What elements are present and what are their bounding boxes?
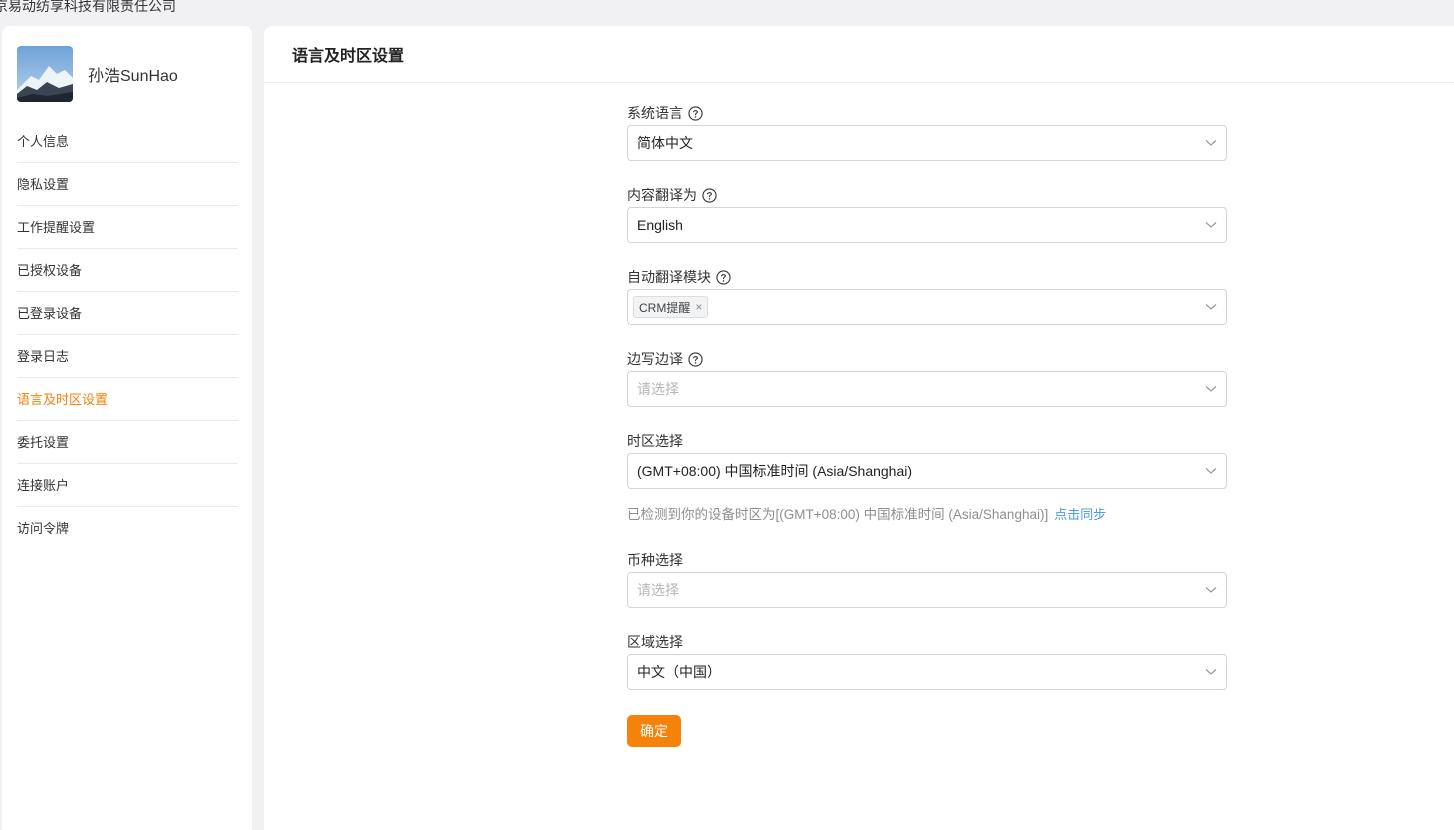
confirm-button[interactable]: 确定 [627,715,681,747]
close-icon[interactable]: × [695,300,702,314]
timezone-field: 时区选择 (GMT+08:00) 中国标准时间 (Asia/Shanghai) … [627,430,1227,523]
sidebar-item-logged-in-devices[interactable]: 已登录设备 [17,292,238,335]
page-title: 语言及时区设置 [292,48,405,65]
side-translate-field: 边写边译 请选择 [627,348,1227,407]
chevron-down-icon [1205,304,1217,310]
currency-label: 币种选择 [627,552,683,568]
settings-form: 系统语言 简体中文 内容翻译为 English 自动翻译模块 CRM提醒 × 边… [627,102,1227,747]
system-language-select[interactable]: 简体中文 [627,125,1227,161]
help-icon[interactable] [702,187,717,203]
sidebar-item-personal-info[interactable]: 个人信息 [17,120,238,163]
side-translate-select[interactable]: 请选择 [627,371,1227,407]
timezone-label: 时区选择 [627,433,683,449]
currency-select[interactable]: 请选择 [627,572,1227,608]
system-language-label: 系统语言 [627,105,683,121]
chevron-down-icon [1205,222,1217,228]
auto-translate-field: 自动翻译模块 CRM提醒 × [627,266,1227,325]
chevron-down-icon [1205,140,1217,146]
sidebar-item-work-reminders[interactable]: 工作提醒设置 [17,206,238,249]
chevron-down-icon [1205,468,1217,474]
chevron-down-icon [1205,669,1217,675]
sidebar-item-delegation[interactable]: 委托设置 [17,421,238,464]
sidebar-item-language-timezone[interactable]: 语言及时区设置 [17,378,238,421]
company-name: 京易动纺享科技有限责任公司 [0,0,176,14]
tag-label: CRM提醒 [639,300,691,315]
help-icon[interactable] [688,105,703,121]
currency-field: 币种选择 请选择 [627,549,1227,608]
translate-to-select[interactable]: English [627,207,1227,243]
side-translate-label: 边写边译 [627,351,683,367]
sidebar-item-privacy[interactable]: 隐私设置 [17,163,238,206]
system-language-field: 系统语言 简体中文 [627,102,1227,161]
region-field: 区域选择 中文（中国） [627,631,1227,690]
auto-translate-select[interactable]: CRM提醒 × [627,289,1227,325]
help-icon[interactable] [688,351,703,367]
help-icon[interactable] [716,269,731,285]
sidebar-item-access-tokens[interactable]: 访问令牌 [17,507,238,550]
sidebar-item-connected-accounts[interactable]: 连接账户 [17,464,238,507]
timezone-hint: 已检测到你的设备时区为[(GMT+08:00) 中国标准时间 (Asia/Sha… [627,503,1227,523]
avatar[interactable] [17,46,73,102]
chevron-down-icon [1205,587,1217,593]
translate-to-value: English [637,217,683,233]
side-translate-placeholder: 请选择 [637,381,679,397]
main-panel: 语言及时区设置 系统语言 简体中文 内容翻译为 English 自动翻译模块 C… [264,26,1454,830]
sidebar-item-login-log[interactable]: 登录日志 [17,335,238,378]
timezone-value: (GMT+08:00) 中国标准时间 (Asia/Shanghai) [637,463,913,479]
translate-to-field: 内容翻译为 English [627,184,1227,243]
timezone-select[interactable]: (GMT+08:00) 中国标准时间 (Asia/Shanghai) [627,453,1227,489]
translate-to-label: 内容翻译为 [627,187,697,203]
region-value: 中文（中国） [637,664,721,680]
main-header: 语言及时区设置 [264,26,1454,83]
sync-timezone-link[interactable]: 点击同步 [1054,507,1106,522]
user-profile: 孙浩SunHao [17,46,178,102]
sidebar-menu: 个人信息 隐私设置 工作提醒设置 已授权设备 已登录设备 登录日志 语言及时区设… [17,120,238,550]
auto-translate-label: 自动翻译模块 [627,269,711,285]
sidebar: 孙浩SunHao 个人信息 隐私设置 工作提醒设置 已授权设备 已登录设备 登录… [2,26,252,830]
chevron-down-icon [1205,386,1217,392]
system-language-value: 简体中文 [637,135,693,151]
timezone-hint-text: 已检测到你的设备时区为[(GMT+08:00) 中国标准时间 (Asia/Sha… [627,507,1049,522]
user-name: 孙浩SunHao [88,68,178,85]
selected-tag: CRM提醒 × [633,296,709,318]
currency-placeholder: 请选择 [637,582,679,598]
sidebar-item-authorized-devices[interactable]: 已授权设备 [17,249,238,292]
region-label: 区域选择 [627,634,683,650]
region-select[interactable]: 中文（中国） [627,654,1227,690]
